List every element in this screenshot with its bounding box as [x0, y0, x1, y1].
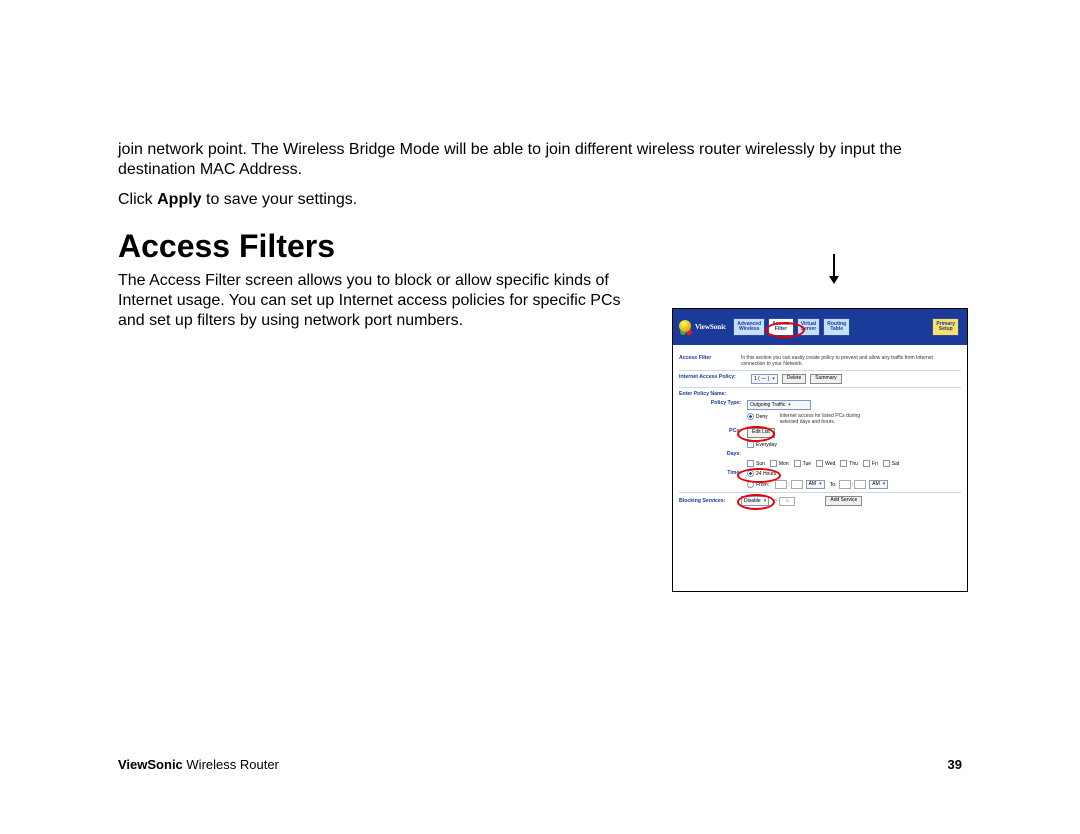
figure-nav-bar: ViewSonic Advanced Wireless Access Filte… [673, 309, 967, 345]
section-desc: In this section you can easily create po… [741, 355, 941, 367]
to-label: To: [830, 482, 837, 488]
enter-policy-name-label: Enter Policy Name: [679, 391, 751, 397]
summary-button[interactable]: Summary [810, 374, 841, 384]
blocking-sep: ~ [774, 498, 777, 504]
to-hour[interactable] [839, 480, 851, 489]
tab-advanced-wireless[interactable]: Advanced Wireless [733, 318, 765, 336]
section-description: The Access Filter screen allows you to b… [118, 271, 648, 331]
deny-hint: Internet access for listed PCs during se… [780, 413, 880, 425]
tab-routing-table[interactable]: Routing Table [823, 318, 850, 336]
apply-line: Click Apply to save your settings. [118, 190, 962, 210]
brand-mark-icon [677, 318, 693, 336]
from-min[interactable] [791, 480, 803, 489]
day-sat[interactable]: Sat [883, 460, 900, 467]
separator [679, 370, 961, 371]
days-label: Days: [679, 451, 747, 457]
screenshot-figure: ViewSonic Advanced Wireless Access Filte… [672, 308, 968, 592]
blocking-services-label: Blocking Services: [679, 498, 741, 504]
section-heading: Access Filters [118, 228, 962, 265]
page-footer: ViewSonic Wireless Router 39 [118, 757, 962, 772]
edit-list-label: Edit List [752, 429, 770, 435]
separator [679, 492, 961, 493]
policy-type-label: Policy Type: [679, 400, 747, 406]
from-ampm[interactable]: AM [806, 480, 825, 489]
policy-type-select[interactable]: Outgoing Traffic [747, 400, 811, 410]
deny-radio[interactable]: Deny [747, 413, 768, 420]
tab-primary-setup[interactable]: Primary Setup [932, 318, 959, 336]
brand-text: ViewSonic [695, 323, 726, 331]
policy-label: Internet Access Policy: [679, 374, 751, 380]
intro-paragraph: join network point. The Wireless Bridge … [118, 140, 962, 180]
tab-access-filter-label: Access Filter [772, 322, 790, 333]
everyday-checkbox[interactable]: Everyday [747, 441, 777, 448]
tab-access-filter[interactable]: Access Filter [768, 318, 794, 336]
day-fri[interactable]: Fri [863, 460, 878, 467]
day-wed[interactable]: Wed [816, 460, 835, 467]
day-mon[interactable]: Mon [770, 460, 789, 467]
add-service-button[interactable]: Add Service [825, 496, 862, 506]
separator [679, 387, 961, 388]
radio-24-hours[interactable]: 24 Hours [747, 470, 776, 477]
time-label: Time: [679, 470, 747, 476]
brand-logo: ViewSonic [677, 318, 726, 336]
apply-bold: Apply [157, 191, 201, 208]
day-thu[interactable]: Thu [840, 460, 858, 467]
blocking-port[interactable]: 0 [779, 497, 795, 506]
apply-prefix: Click [118, 191, 157, 208]
delete-button[interactable]: Delete [782, 374, 806, 384]
edit-list-button[interactable]: Edit List [747, 428, 775, 438]
apply-suffix: to save your settings. [202, 191, 358, 208]
section-title: Access Filter [679, 355, 741, 361]
page-number: 39 [948, 757, 962, 772]
day-sun[interactable]: Sun [747, 460, 765, 467]
policy-select[interactable]: 1 ( — ) [751, 374, 778, 384]
footer-brand: ViewSonic [118, 757, 183, 772]
tab-virtual-server[interactable]: Virtual Server [797, 318, 821, 336]
day-tue[interactable]: Tue [794, 460, 811, 467]
radio-from[interactable]: From: [747, 481, 769, 488]
blocking-select[interactable]: Disable [741, 496, 769, 506]
to-ampm[interactable]: AM [869, 480, 888, 489]
from-hour[interactable] [775, 480, 787, 489]
pcs-label: PCs: [679, 428, 747, 434]
to-min[interactable] [854, 480, 866, 489]
footer-product: Wireless Router [183, 757, 279, 772]
